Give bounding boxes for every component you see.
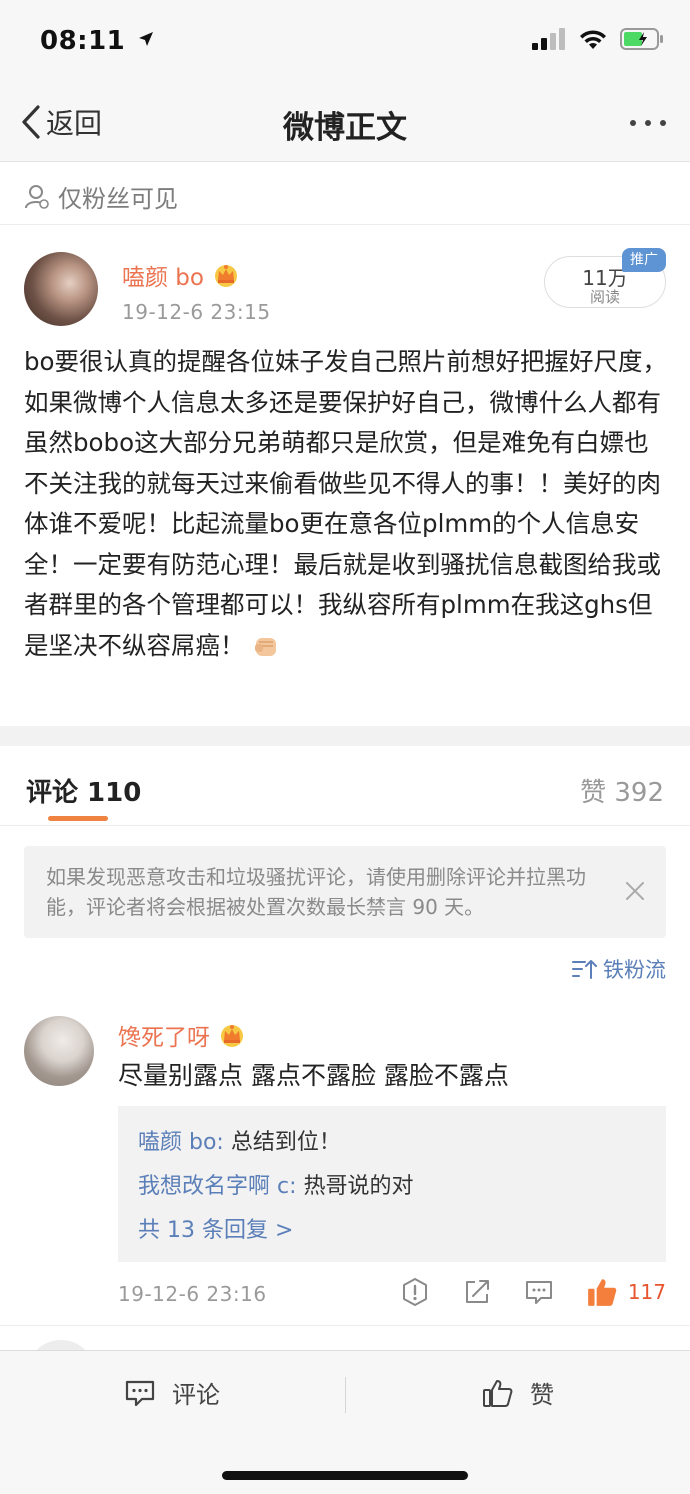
comment-button-label: 评论 xyxy=(172,1381,220,1409)
home-indicator[interactable] xyxy=(222,1471,468,1480)
author-row: 嗑颜 bo xyxy=(122,258,240,292)
back-button[interactable]: 返回 xyxy=(20,102,102,142)
author-avatar[interactable] xyxy=(24,252,98,326)
tab-indicator xyxy=(48,816,108,821)
write-comment-button[interactable]: 评论 xyxy=(124,1375,220,1410)
page-title: 微博正文 xyxy=(283,110,407,146)
vip-crown-icon xyxy=(221,1025,243,1047)
chevron-left-icon xyxy=(22,105,40,139)
notice-text: 如果发现恶意攻击和垃圾骚扰评论，请使用删除评论并拉黑功能，评论者将会根据被处置次… xyxy=(46,865,586,919)
comment-like-count: 117 xyxy=(627,1280,666,1304)
cellular-signal-icon xyxy=(532,28,565,50)
bottom-divider xyxy=(345,1377,346,1413)
reply-item: 嗑颜 bo: 总结到位！ xyxy=(138,1124,341,1156)
commenter-name[interactable]: 馋死了呀 xyxy=(118,1018,210,1052)
comment-actions: 117 xyxy=(368,1276,666,1308)
like-button-label: 赞 xyxy=(530,1381,554,1409)
thumbs-up-icon[interactable] xyxy=(586,1276,618,1308)
post-text-content: bo要很认真的提醒各位妹子发自己照片前想好把握好尺度，如果微博个人信息太多还是要… xyxy=(24,347,668,660)
status-bar: 08:11 xyxy=(0,0,690,84)
reply-text: 热哥说的对 xyxy=(296,1174,414,1199)
sort-label: 铁粉流 xyxy=(603,958,666,982)
report-icon[interactable] xyxy=(400,1277,430,1307)
moderation-notice: 如果发现恶意攻击和垃圾骚扰评论，请使用删除评论并拉黑功能，评论者将会根据被处置次… xyxy=(24,846,666,938)
status-icons xyxy=(532,28,664,50)
reply-text: 总结到位！ xyxy=(223,1130,341,1155)
location-arrow-icon xyxy=(138,32,153,46)
reply-author[interactable]: 嗑颜 bo: xyxy=(138,1130,224,1155)
post-text: bo要很认真的提醒各位妹子发自己照片前想好把握好尺度，如果微博个人信息太多还是要… xyxy=(24,342,670,666)
read-label: 阅读 xyxy=(589,288,620,306)
wifi-icon xyxy=(580,30,606,49)
author-name[interactable]: 嗑颜 bo xyxy=(122,258,204,292)
sort-icon xyxy=(572,960,597,979)
fist-emoji-icon xyxy=(254,637,276,656)
reply-thread[interactable]: 嗑颜 bo: 总结到位！ 我想改名字啊 c: 热哥说的对 共 13 条回复 > xyxy=(118,1106,666,1262)
reply-item: 我想改名字啊 c: 热哥说的对 xyxy=(138,1168,414,1200)
like-post-button[interactable]: 赞 xyxy=(482,1375,554,1410)
more-options-button[interactable] xyxy=(630,120,666,126)
reply-author[interactable]: 我想改名字啊 c: xyxy=(138,1174,297,1199)
share-icon[interactable] xyxy=(462,1277,492,1307)
view-all-replies-link[interactable]: 共 13 条回复 > xyxy=(138,1212,293,1244)
visibility-row: 仅粉丝可见 xyxy=(0,163,690,225)
tab-comments[interactable]: 评论 110 xyxy=(26,772,141,809)
navigation-bar: 返回 微博正文 xyxy=(0,84,690,162)
commenter-row: 馋死了呀 xyxy=(118,1018,246,1052)
sort-selector[interactable]: 铁粉流 xyxy=(571,954,666,984)
more-dot-icon xyxy=(660,120,666,126)
status-time: 08:11 xyxy=(40,26,155,56)
section-divider xyxy=(0,726,690,746)
post-timestamp: 19-12-6 23:15 xyxy=(122,300,271,324)
thumbs-up-outline-icon xyxy=(483,1379,513,1407)
close-icon[interactable] xyxy=(624,880,646,902)
comment-icon[interactable] xyxy=(524,1277,554,1307)
tab-likes[interactable]: 赞 392 xyxy=(580,772,664,809)
comment-timestamp: 19-12-6 23:16 xyxy=(118,1282,267,1306)
bottom-action-bar: 评论 赞 xyxy=(0,1350,690,1494)
comment-text: 尽量别露点 露点不露脸 露脸不露点 xyxy=(118,1061,509,1090)
vip-crown-icon xyxy=(214,265,237,287)
post-card: 嗑颜 bo 19-12-6 23:15 11万 阅读 推广 bo要很认真的提醒各… xyxy=(0,226,690,726)
comment-tabs: 评论 110 赞 392 xyxy=(0,746,690,826)
back-label: 返回 xyxy=(46,107,103,140)
promote-badge[interactable]: 推广 xyxy=(622,248,666,272)
visibility-label: 仅粉丝可见 xyxy=(58,185,178,213)
more-dot-icon xyxy=(630,120,636,126)
user-icon xyxy=(25,184,49,209)
visibility-info: 仅粉丝可见 xyxy=(24,179,178,214)
battery-icon xyxy=(620,28,663,50)
comment-icon xyxy=(125,1380,155,1406)
more-dot-icon xyxy=(645,120,651,126)
comment-item: 馋死了呀 尽量别露点 露点不露脸 露脸不露点 嗑颜 bo: 总结到位！ 我想改名… xyxy=(0,1010,690,1326)
commenter-avatar[interactable] xyxy=(24,1016,94,1086)
